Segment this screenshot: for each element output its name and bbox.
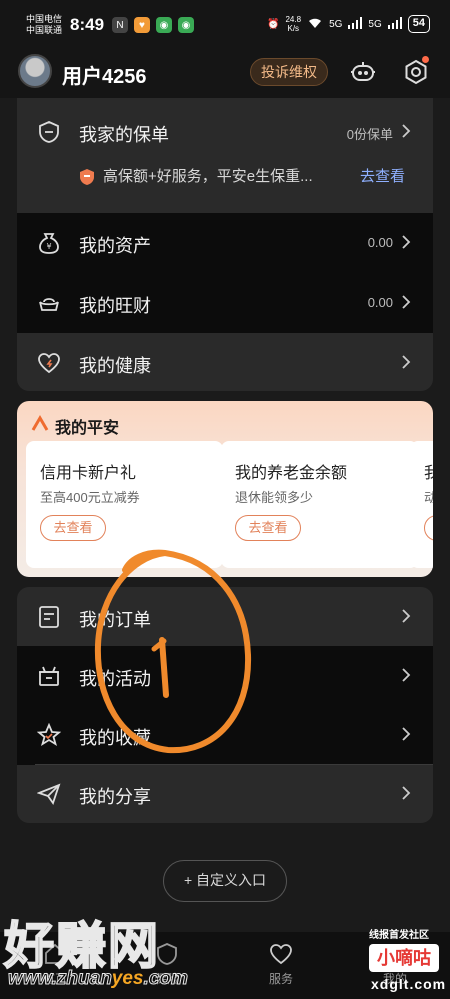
- watermark-url: www.zhuanyes.com: [8, 968, 189, 990]
- signal-bars-1-icon: [348, 16, 363, 32]
- carrier-1: 中国电信: [26, 14, 63, 24]
- svg-text:¥: ¥: [46, 242, 51, 251]
- activities-row[interactable]: 我的活动: [17, 646, 433, 706]
- card-subtitle: 退休能领多少: [235, 490, 314, 505]
- tab-service-label: 服务: [268, 972, 293, 986]
- signal-2: 5G: [368, 18, 382, 30]
- policy-count: 0份保单: [346, 127, 393, 142]
- wechat-icon-2: ◉: [178, 17, 194, 33]
- orders-label: 我的订单: [79, 610, 151, 630]
- promo-shield-icon: [80, 169, 94, 185]
- favorites-row[interactable]: 我的收藏: [17, 705, 433, 765]
- avatar[interactable]: [18, 54, 52, 88]
- chevron-right-icon: [402, 355, 411, 369]
- chevron-right-icon: [402, 727, 411, 741]
- view-button[interactable]: [424, 515, 433, 541]
- my-pingan-section: 我的平安 信用卡新户礼 至高400元立减券 去查看 我的养老金余额 退休能领多少…: [17, 401, 433, 577]
- wangcai-row[interactable]: 我的旺财 0.00: [17, 273, 433, 333]
- watermark-right-url: xdglt.com: [371, 976, 447, 992]
- wifi-icon: [307, 17, 323, 32]
- money-bag-icon: ¥: [39, 233, 59, 254]
- favorites-label: 我的收藏: [79, 728, 151, 748]
- watermark-url-prefix: www.zhuan: [8, 968, 113, 990]
- heart-icon: [38, 353, 60, 374]
- star-icon: [37, 723, 61, 746]
- pension-balance-card[interactable]: 我的养老金余额 退休能领多少 去查看: [221, 441, 418, 568]
- carrier-2: 中国联通: [26, 25, 63, 35]
- battery-level: 54: [407, 15, 430, 33]
- share-row[interactable]: 我的分享: [17, 764, 433, 824]
- card-title: 我: [424, 465, 433, 482]
- watermark-url-highlight: yes: [111, 968, 144, 989]
- chevron-right-icon: [402, 609, 411, 623]
- net-speed: 24.8 K/s: [285, 15, 301, 33]
- account-card: 我家的保单 0份保单 高保额+好服务，平安e生保重... 去查看 ¥ 我的资产 …: [17, 98, 433, 391]
- watermark-url-suffix: .com: [143, 968, 188, 990]
- status-right: ⏰ 24.8 K/s 5G 5G 54: [267, 15, 430, 33]
- promo-view-link[interactable]: 去查看: [360, 165, 405, 186]
- username[interactable]: 用户4256: [62, 60, 147, 89]
- heart-service-icon: [270, 944, 292, 965]
- watermark-right-logo: 小嘀咕: [369, 944, 439, 972]
- complain-button[interactable]: 投诉维权: [250, 58, 328, 86]
- settings-notification-dot: [422, 56, 429, 63]
- health-label: 我的健康: [79, 356, 151, 376]
- wechat-icon: ◉: [156, 17, 172, 33]
- custom-entry-button[interactable]: + 自定义入口: [163, 860, 287, 902]
- chevron-right-icon: [402, 235, 411, 249]
- my-pingan-title: 我的平安: [55, 420, 120, 437]
- assets-label: 我的资产: [79, 236, 151, 256]
- shield-icon: [39, 121, 59, 143]
- services-card: 我的订单 我的活动 我的收藏 我的分享: [17, 587, 433, 823]
- card-subtitle: 至高400元立减券: [40, 490, 140, 505]
- gold-ingot-icon: [39, 298, 59, 311]
- policy-label: 我家的保单: [79, 125, 169, 145]
- chevron-right-icon: [402, 786, 411, 800]
- notification-icons: N ♥ ◉ ◉: [112, 17, 194, 33]
- tab-service[interactable]: 服务: [246, 942, 316, 987]
- net-speed-unit: K/s: [287, 24, 300, 33]
- signal-bars-2-icon: [387, 16, 402, 32]
- chevron-right-icon: [402, 295, 411, 309]
- net-speed-value: 24.8: [285, 15, 302, 24]
- card-title: 我的养老金余额: [235, 465, 348, 482]
- status-bar: 中国电信 中国联通 8:49 N ♥ ◉ ◉ ⏰ 24.8 K/s 5G 5G …: [0, 0, 450, 46]
- watermark-left: 好赚网 www.zhuanyes.com: [0, 906, 200, 999]
- promo-text: 高保额+好服务，平安e生保重...: [103, 168, 313, 185]
- third-promo-card[interactable]: 我 动: [410, 441, 433, 568]
- status-time: 8:49: [70, 15, 105, 34]
- orders-row[interactable]: 我的订单: [17, 587, 433, 647]
- policy-row[interactable]: 我家的保单 0份保单: [17, 102, 433, 162]
- activity-gift-box-icon: [39, 666, 59, 686]
- credit-card-gift-card[interactable]: 信用卡新户礼 至高400元立减券 去查看: [26, 441, 223, 568]
- app-notification-icon: ♥: [134, 17, 150, 33]
- watermark-right-tagline: 线报首发社区: [369, 930, 429, 941]
- paper-plane-share-icon: [37, 783, 61, 805]
- wangcai-label: 我的旺财: [79, 296, 151, 316]
- chevron-right-icon: [402, 124, 411, 138]
- card-title: 信用卡新户礼: [40, 465, 137, 482]
- nfc-icon: N: [112, 17, 128, 33]
- assets-value: 0.00: [367, 235, 393, 250]
- customer-service-robot-icon[interactable]: [350, 59, 376, 85]
- share-label: 我的分享: [79, 787, 151, 807]
- card-subtitle: 动: [424, 490, 433, 505]
- assets-row[interactable]: ¥ 我的资产 0.00: [17, 213, 433, 273]
- view-button[interactable]: 去查看: [235, 515, 301, 541]
- pingan-logo-icon: [31, 415, 49, 431]
- chevron-right-icon: [402, 668, 411, 682]
- order-list-icon: [39, 606, 59, 628]
- alarm-icon: ⏰: [267, 18, 280, 30]
- health-row[interactable]: 我的健康: [17, 333, 433, 393]
- carrier-names: 中国电信 中国联通: [26, 14, 62, 36]
- signal-1: 5G: [329, 18, 343, 30]
- profile-header: 用户4256 投诉维权: [0, 46, 450, 98]
- view-button[interactable]: 去查看: [40, 515, 106, 541]
- activities-label: 我的活动: [79, 669, 151, 689]
- wangcai-value: 0.00: [367, 295, 393, 310]
